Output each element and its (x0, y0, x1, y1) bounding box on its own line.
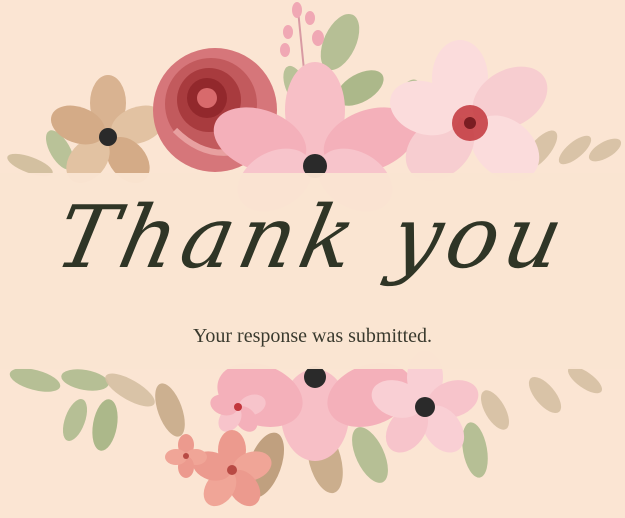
leaf-icon (155, 383, 185, 437)
thank-you-card: Thank you Your response was submitted. (0, 0, 625, 518)
bottom-floral-arrangement (9, 351, 603, 507)
leaf-icon (62, 399, 88, 441)
submission-message: Your response was submitted. (192, 325, 433, 347)
thank-you-heading: Thank you (47, 188, 578, 288)
leaf-icon (61, 369, 109, 391)
leaf-icon (588, 138, 622, 162)
leaf-icon (481, 390, 509, 430)
leaf-icon (462, 422, 488, 478)
light-pink-flower-icon (390, 40, 548, 181)
leaf-icon (92, 399, 118, 451)
leaf-icon (558, 135, 592, 165)
leaf-icon (528, 376, 562, 414)
